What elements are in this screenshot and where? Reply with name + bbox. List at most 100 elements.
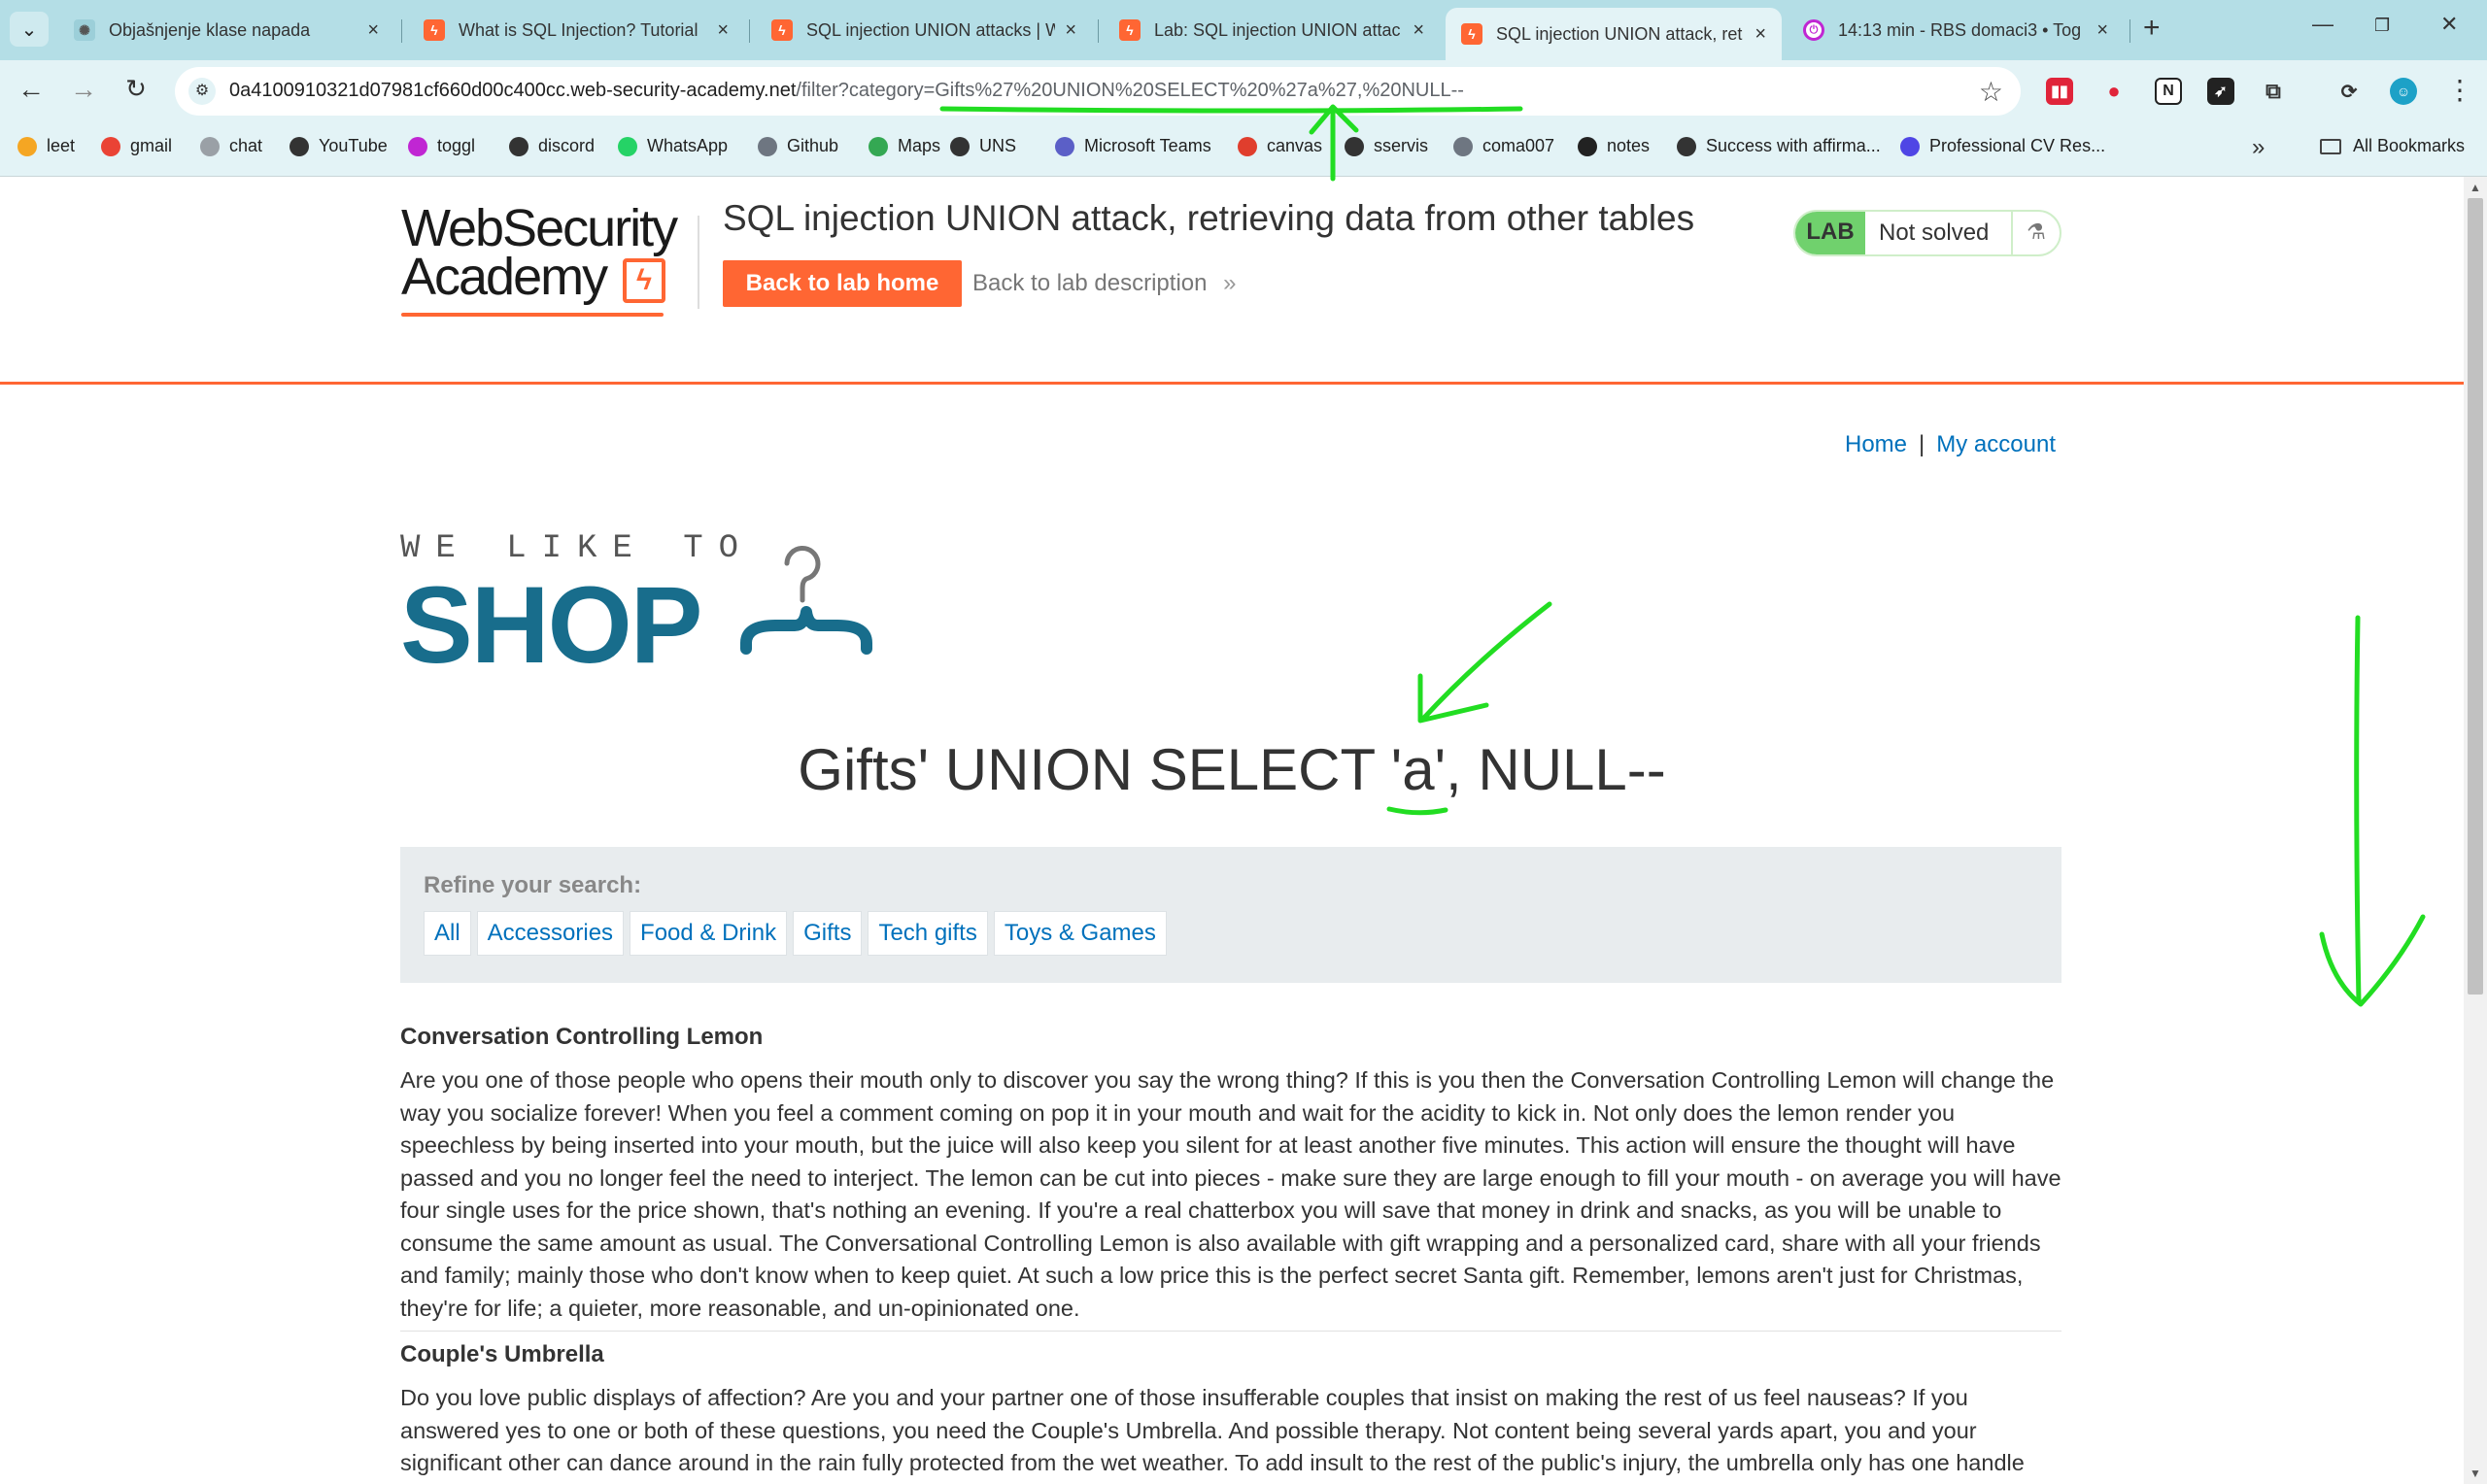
portswigger-icon: ϟ — [1119, 19, 1141, 41]
tab-5[interactable]: ⏻ 14:13 min - RBS domaci3 • Tog × — [1788, 8, 2124, 52]
toggl-icon: ⏻ — [1803, 19, 1824, 41]
bookmark-item[interactable]: Microsoft Teams — [1055, 136, 1211, 156]
bookmark-favicon-icon — [869, 136, 888, 156]
hanger-icon — [740, 546, 872, 655]
performance-icon[interactable]: ⟳ — [2335, 78, 2363, 105]
bookmark-item[interactable]: toggl — [408, 136, 475, 156]
tab-0[interactable]: ✺ Objašnjenje klase napada × — [58, 8, 394, 52]
close-icon[interactable]: × — [1065, 19, 1076, 42]
forward-arrow-icon[interactable]: → — [66, 74, 101, 105]
address-bar[interactable]: ⚙ 0a4100910321d07981cf660d00c400cc.web-s… — [175, 67, 2021, 116]
bookmark-favicon-icon — [1900, 136, 1920, 156]
bookmark-item[interactable]: sservis — [1345, 136, 1428, 156]
profile-avatar-icon[interactable]: ☺ — [2390, 78, 2417, 105]
tab-search-button[interactable]: ⌄ — [10, 12, 49, 47]
category-title: Gifts' UNION SELECT 'a', NULL-- — [798, 737, 1666, 802]
reload-icon[interactable]: ↻ — [119, 74, 153, 104]
bookmark-item[interactable]: UNS — [950, 136, 1016, 156]
product-description: Do you love public displays of affection… — [400, 1385, 2025, 1475]
bookmark-label: Microsoft Teams — [1084, 136, 1211, 155]
filter-accessories[interactable]: Accessories — [476, 911, 625, 956]
home-link[interactable]: Home — [1845, 431, 1907, 457]
close-icon[interactable]: × — [367, 19, 379, 42]
page-viewport: WebSecurity Academy ϟ SQL injection UNIO… — [0, 177, 2464, 1484]
scroll-down-icon[interactable]: ▼ — [2470, 1467, 2481, 1480]
product-list: Conversation Controlling Lemon Are you o… — [400, 1024, 2061, 1484]
bookmark-label: chat — [229, 136, 263, 155]
bookmark-label: UNS — [979, 136, 1017, 155]
filter-food-drink[interactable]: Food & Drink — [630, 911, 788, 956]
lab-status-widget: LAB Not solved ⚗ — [1793, 210, 2061, 256]
bookmark-item[interactable]: canvas — [1238, 136, 1322, 156]
extension-pocket-icon[interactable]: ▮▮ — [2046, 78, 2073, 105]
bookmark-star-icon[interactable]: ☆ — [1979, 76, 2003, 108]
url-text[interactable]: 0a4100910321d07981cf660d00c400cc.web-sec… — [229, 80, 1464, 102]
tab-title: What is SQL Injection? Tutorial — [459, 19, 698, 40]
bookmarks-overflow-icon[interactable]: » — [2252, 134, 2265, 161]
tab-title: Lab: SQL injection UNION attac — [1154, 19, 1401, 40]
close-icon[interactable]: × — [2096, 19, 2108, 42]
window-close-icon[interactable]: ✕ — [2440, 12, 2458, 37]
my-account-link[interactable]: My account — [1936, 431, 2056, 457]
back-to-lab-description-link[interactable]: Back to lab description » — [972, 270, 1237, 297]
bookmark-item[interactable]: leet — [17, 136, 75, 156]
new-tab-button[interactable]: + — [2143, 12, 2161, 45]
bookmark-item[interactable]: Professional CV Res... — [1900, 136, 2105, 156]
close-icon[interactable]: × — [717, 19, 729, 42]
bookmark-item[interactable]: Github — [758, 136, 838, 156]
url-host: 0a4100910321d07981cf660d00c400cc.web-sec… — [229, 80, 797, 101]
minimize-icon[interactable]: — — [2312, 12, 2334, 37]
tab-2[interactable]: ϟ SQL injection UNION attacks | W × — [756, 8, 1092, 52]
bookmark-favicon-icon — [17, 136, 37, 156]
academy-header: WebSecurity Academy ϟ SQL injection UNIO… — [0, 177, 2464, 385]
bookmark-label: Github — [787, 136, 839, 155]
bookmark-item[interactable]: notes — [1578, 136, 1650, 156]
bookmark-favicon-icon — [408, 136, 427, 156]
tab-4-active[interactable]: ϟ SQL injection UNION attack, ret × — [1446, 8, 1782, 60]
filter-all[interactable]: All — [424, 911, 471, 956]
browser-toolbar: ← → ↻ ⚙ 0a4100910321d07981cf660d00c400cc… — [0, 60, 2487, 122]
product-name: Conversation Controlling Lemon — [400, 1024, 764, 1050]
bookmark-label: coma007 — [1482, 136, 1555, 155]
bookmark-item[interactable]: discord — [509, 136, 595, 156]
back-to-lab-home-button[interactable]: Back to lab home — [723, 260, 962, 307]
bookmark-item[interactable]: gmail — [101, 136, 172, 156]
bookmark-item[interactable]: coma007 — [1453, 136, 1554, 156]
bookmark-favicon-icon — [1677, 136, 1696, 156]
bookmark-favicon-icon — [1055, 136, 1074, 156]
url-path: /filter?category=Gifts%27%20UNION%20SELE… — [796, 80, 1464, 101]
close-icon[interactable]: × — [1413, 19, 1424, 42]
back-arrow-icon[interactable]: ← — [14, 74, 49, 105]
bookmark-item[interactable]: WhatsApp — [618, 136, 728, 156]
all-bookmarks-button[interactable]: All Bookmarks — [2320, 136, 2465, 156]
web-security-academy-logo[interactable]: WebSecurity Academy ϟ — [401, 202, 693, 320]
portswigger-icon: ϟ — [424, 19, 445, 41]
bolt-icon: ϟ — [623, 258, 665, 303]
extension-opera-icon[interactable]: ● — [2100, 78, 2128, 105]
bookmark-item[interactable]: Success with affirma... — [1677, 136, 1881, 156]
bookmark-item[interactable]: Maps — [869, 136, 940, 156]
page-scrollbar[interactable]: ▲ ▼ — [2464, 177, 2487, 1484]
nav-separator: | — [1919, 431, 1925, 457]
menu-kebab-icon[interactable]: ⋮ — [2446, 74, 2473, 106]
shop-logo: WE LIKE TO SHOP — [400, 530, 925, 695]
tab-title: Objašnjenje klase napada — [109, 19, 311, 40]
bookmark-item[interactable]: chat — [200, 136, 262, 156]
extension-notion-icon[interactable]: N — [2155, 78, 2182, 105]
filter-toys-games[interactable]: Toys & Games — [993, 911, 1167, 956]
filter-tech-gifts[interactable]: Tech gifts — [868, 911, 988, 956]
bookmark-label: discord — [538, 136, 596, 155]
restore-icon[interactable]: ❐ — [2374, 16, 2390, 36]
scrollbar-thumb[interactable] — [2468, 198, 2483, 995]
filter-gifts[interactable]: Gifts — [793, 911, 863, 956]
tab-3[interactable]: ϟ Lab: SQL injection UNION attac × — [1104, 8, 1440, 52]
bookmark-item[interactable]: YouTube — [290, 136, 388, 156]
tab-1[interactable]: ϟ What is SQL Injection? Tutorial × — [408, 8, 744, 52]
extension-send-icon[interactable]: ➶ — [2207, 78, 2234, 105]
close-icon[interactable]: × — [1755, 23, 1766, 46]
site-settings-icon[interactable]: ⚙ — [188, 78, 216, 105]
bookmark-favicon-icon — [1453, 136, 1473, 156]
bookmark-favicon-icon — [509, 136, 528, 156]
extensions-puzzle-icon[interactable]: ⧉ — [2260, 78, 2287, 105]
scroll-up-icon[interactable]: ▲ — [2470, 181, 2481, 194]
